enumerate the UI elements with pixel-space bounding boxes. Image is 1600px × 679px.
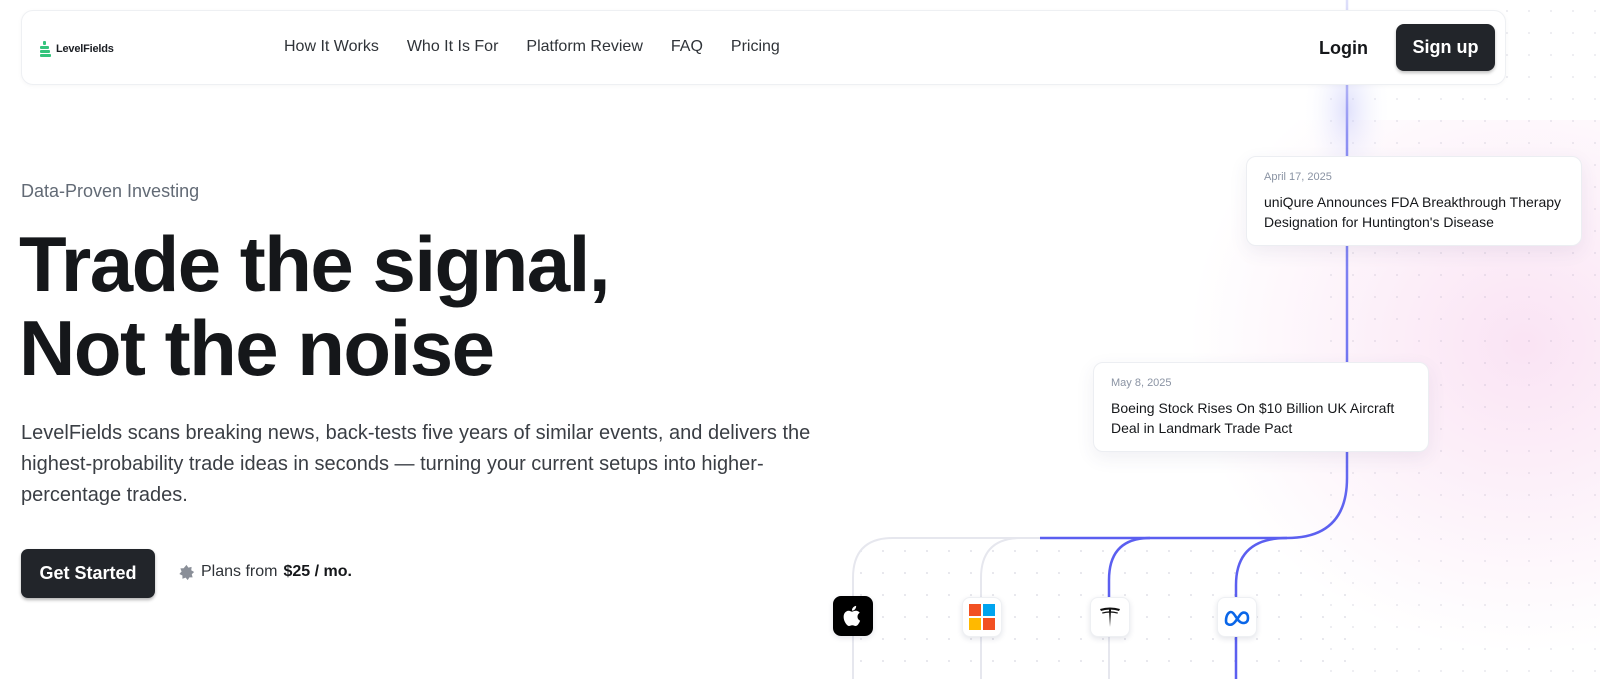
get-started-button[interactable]: Get Started [21,549,155,598]
company-tile-tesla[interactable] [1090,597,1130,637]
news-card-title: Boeing Stock Rises On $10 Billion UK Air… [1111,400,1395,436]
meta-icon [1224,610,1250,626]
logo-mark-icon [40,41,51,57]
nav-link-faq[interactable]: FAQ [671,38,703,56]
hero-eyebrow: Data-Proven Investing [21,181,200,201]
background-dot-grid [1320,0,1600,679]
nav-links: How It Works Who It Is For Platform Revi… [284,38,780,56]
nav-link-pricing[interactable]: Pricing [731,38,780,56]
company-tile-meta[interactable] [1217,597,1257,637]
brand-name: LevelFields [56,43,114,55]
landing-page: LevelFields How It Works Who It Is For P… [0,0,1600,679]
badge-star-icon [179,564,195,580]
nav-link-platform-review[interactable]: Platform Review [526,38,642,56]
hero-headline: Trade the signal, Not the noise [19,220,611,392]
plans-prefix: Plans from [201,563,278,580]
headline-line-1: Trade the signal, [19,220,611,308]
microsoft-icon [969,604,995,630]
signup-button[interactable]: Sign up [1396,24,1495,71]
news-card-date: May 8, 2025 [1111,377,1172,389]
company-tile-microsoft[interactable] [962,597,1002,637]
nav-link-how-it-works[interactable]: How It Works [284,38,379,56]
company-tile-apple[interactable] [833,596,873,636]
branch-line-tesla [1107,536,1151,598]
headline-line-2: Not the noise [19,304,495,392]
top-navbar: LevelFields How It Works Who It Is For P… [21,10,1506,85]
news-card[interactable]: May 8, 2025 Boeing Stock Rises On $10 Bi… [1093,362,1429,452]
plans-price: $25 / mo. [283,563,352,580]
pricing-note: Plans from $25 / mo. [178,563,352,581]
news-card-date: April 17, 2025 [1264,171,1332,183]
brand-logo[interactable]: LevelFields [40,41,114,57]
apple-icon [843,605,861,627]
news-card-title: uniQure Announces FDA Breakthrough Thera… [1264,194,1562,230]
login-link[interactable]: Login [1319,38,1368,59]
hero-description: LevelFields scans breaking news, back-te… [21,422,811,506]
news-card[interactable]: April 17, 2025 uniQure Announces FDA Bre… [1246,156,1582,246]
tesla-icon [1100,607,1120,627]
nav-link-who-it-is-for[interactable]: Who It Is For [407,38,499,56]
